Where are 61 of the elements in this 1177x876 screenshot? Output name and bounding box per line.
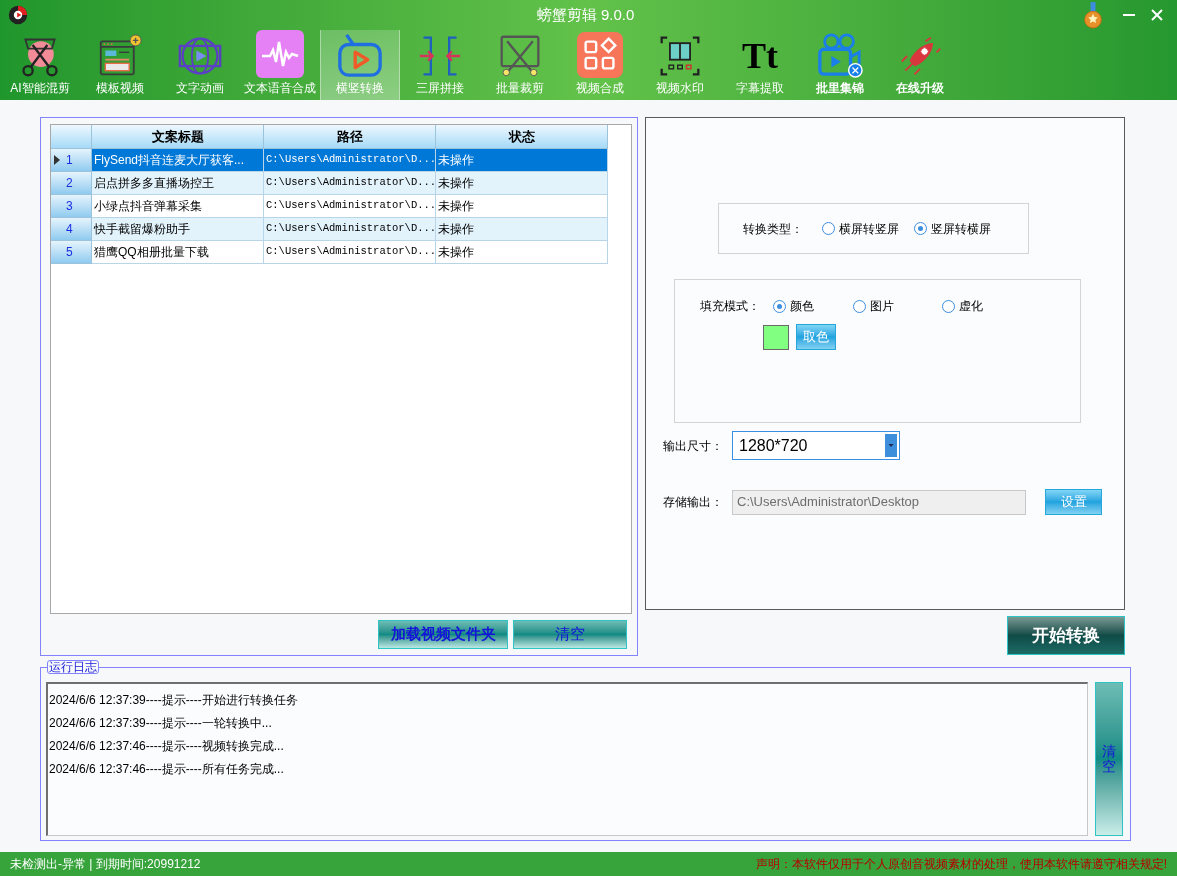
radio-option[interactable]: 竖屏转横屏 (914, 219, 1006, 238)
log-line: 2024/6/6 12:37:39----提示----一轮转换中... (49, 715, 273, 732)
row-number: 2 (65, 175, 73, 192)
size-dropdown[interactable]: 1280*720 (732, 431, 900, 460)
column-header[interactable]: 文案标题 (92, 125, 264, 149)
disclaimer-text: 声明：本软件仅用于个人原创音视频素材的处理，使用本软件请遵守相关规定! (755, 856, 1167, 873)
color-swatch[interactable] (763, 324, 789, 350)
waveform-icon (256, 30, 304, 78)
field-label: 转换类型： (743, 220, 804, 238)
row-number: 1 (65, 152, 73, 169)
radio-option[interactable]: 颜色 (773, 297, 853, 315)
split-arrows-icon (418, 34, 462, 78)
table-row[interactable]: 3 小绿点抖音弹幕采集 C:\Users\Administrator\D...未操作 (51, 195, 608, 218)
row-number: 3 (65, 198, 73, 215)
radio-option[interactable]: 横屏转竖屏 (822, 219, 914, 238)
radio-option[interactable]: 虚化 (942, 297, 1022, 315)
table-cell: 猎鹰QQ相册批量下载 (92, 241, 264, 264)
close-icon[interactable] (1151, 9, 1163, 21)
toolbar-button[interactable]: AI智能混剪 (0, 30, 80, 100)
log-line: 2024/6/6 12:37:46----提示----所有任务完成... (49, 761, 285, 778)
table-cell: 未操作 (436, 241, 608, 264)
table-row[interactable]: 1 FlySend抖音连麦大厅获客... C:\Users\Administrator\D...未操作 (51, 149, 608, 172)
table-row[interactable]: 5 猎鹰QQ相册批量下载 C:\Users\Administrator\D...未操作 (51, 241, 608, 264)
logo-icon (8, 5, 28, 25)
grid-tile-icon (577, 32, 623, 78)
stamp-frame-icon (658, 34, 702, 78)
row-number: 4 (65, 221, 73, 238)
caret-icon (885, 434, 897, 457)
toolbar-button[interactable]: Tt 字幕提取 (720, 30, 800, 100)
log-line: 2024/6/6 12:37:39----提示----开始进行转换任务 (49, 692, 299, 709)
field-label: 填充模式： (700, 298, 761, 315)
clear-button[interactable]: 清空 (513, 620, 627, 649)
rocket-icon (898, 34, 942, 78)
crop-cross-icon (498, 34, 542, 78)
toolbar-button[interactable]: 文字动画 (160, 30, 240, 100)
row-number: 5 (65, 244, 73, 261)
window-title: 螃蟹剪辑 9.0.0 (535, 4, 636, 25)
table-cell: C:\Users\Administrator\D... (264, 241, 436, 264)
column-header[interactable]: 路径 (264, 125, 436, 149)
table-row[interactable]: 4 快手截留爆粉助手 C:\Users\Administrator\D...未操作 (51, 218, 608, 241)
play-screen-icon (337, 32, 383, 78)
status-text: 未检测出-异常 | 到期时间:20991212 (10, 856, 201, 873)
radio-option[interactable]: 图片 (853, 297, 942, 315)
row-pointer-icon (54, 155, 60, 165)
toolbar-button[interactable]: 文本语音合成 (240, 30, 320, 100)
log-line: 2024/6/6 12:37:46----提示----视频转换完成... (49, 738, 285, 755)
section-legend: 运行日志 (47, 660, 99, 674)
field-label: 输出尺寸： (663, 437, 724, 455)
log-textarea[interactable]: 2024/6/6 12:37:39----提示----开始进行转换任务 2024/6/6 12:37:39----提示----一轮转换中... 2024/6/6 12:37:46----提示----视频转换完成... 2024/6/6 12:37:46----提示----所有任务完成... (46, 682, 1088, 836)
film-globe-icon (178, 34, 222, 78)
toolbar-button[interactable]: 在线升级 (880, 30, 960, 100)
start-button[interactable]: 开始转换 (1007, 616, 1125, 655)
text-style-icon: Tt (742, 34, 778, 78)
medal-icon[interactable] (1083, 1, 1103, 29)
header-corner (51, 125, 92, 149)
table-row[interactable]: 2 启点拼多多直播场控王 C:\Users\Administrator\D...未操作 (51, 172, 608, 195)
template-window-icon (98, 34, 142, 78)
video-camera-icon (817, 32, 863, 78)
column-header[interactable]: 状态 (436, 125, 608, 149)
field-label: 存储输出： (663, 494, 724, 511)
toolbar-button[interactable]: 模板视频 (80, 30, 160, 100)
